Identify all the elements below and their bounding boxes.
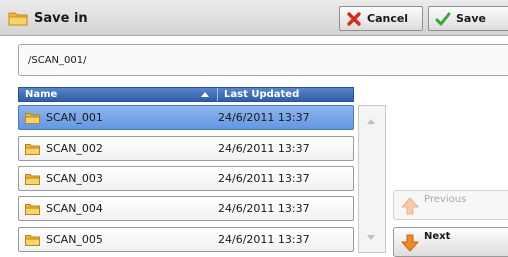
save-button[interactable]: Save: [428, 6, 508, 31]
up-arrow-icon: [400, 197, 420, 215]
file-row-scan-003[interactable]: SCAN_003 24/6/2011 13:37: [18, 166, 354, 191]
cancel-button-label: Cancel: [367, 12, 409, 25]
dialog-title-text: Save in: [34, 10, 88, 26]
file-row-scan-002[interactable]: SCAN_002 24/6/2011 13:37: [18, 136, 354, 161]
folder-icon: [25, 203, 40, 215]
file-row-scan-001[interactable]: SCAN_001 24/6/2011 13:37: [18, 105, 354, 130]
file-updated: 24/6/2011 13:37: [218, 233, 310, 246]
file-name: SCAN_002: [46, 142, 103, 155]
cancel-button[interactable]: Cancel: [339, 6, 423, 31]
red-x-icon: [347, 11, 361, 26]
file-row-scan-005[interactable]: SCAN_005 24/6/2011 13:37: [18, 227, 354, 252]
next-button[interactable]: Next: [393, 227, 508, 257]
column-header-name-label: Name: [25, 89, 58, 100]
dialog-title: Save in: [8, 0, 88, 36]
file-updated: 24/6/2011 13:37: [218, 172, 310, 185]
column-header-last-updated[interactable]: Last Updated: [218, 88, 299, 101]
previous-button[interactable]: Previous: [393, 190, 508, 220]
folder-icon: [8, 12, 28, 26]
green-check-icon: [435, 12, 451, 25]
file-list-header: Name Last Updated: [18, 87, 354, 102]
previous-button-label: Previous: [424, 194, 467, 205]
file-name: SCAN_005: [46, 233, 103, 246]
file-updated: 24/6/2011 13:37: [218, 142, 310, 155]
down-arrow-icon: [400, 234, 420, 252]
file-name: SCAN_004: [46, 202, 103, 215]
list-scrollbar[interactable]: [358, 105, 386, 253]
file-updated: 24/6/2011 13:37: [218, 202, 310, 215]
file-name: SCAN_001: [46, 111, 103, 124]
folder-icon: [25, 143, 40, 155]
file-row-scan-004[interactable]: SCAN_004 24/6/2011 13:37: [18, 196, 354, 221]
current-path: /SCAN_001/: [18, 44, 508, 76]
sort-ascending-icon: [201, 92, 209, 97]
current-path-text: /SCAN_001/: [28, 54, 87, 66]
save-button-label: Save: [456, 12, 486, 25]
file-name: SCAN_003: [46, 172, 103, 185]
column-header-name[interactable]: Name: [19, 88, 218, 101]
column-header-last-updated-label: Last Updated: [224, 89, 300, 100]
folder-icon: [25, 234, 40, 246]
folder-icon: [25, 173, 40, 185]
title-bar: Save in Cancel Save: [0, 0, 508, 36]
next-button-label: Next: [424, 231, 451, 242]
folder-icon: [25, 112, 40, 124]
scroll-up-icon[interactable]: [367, 119, 375, 124]
file-updated: 24/6/2011 13:37: [218, 111, 310, 124]
scroll-down-icon[interactable]: [367, 235, 375, 240]
